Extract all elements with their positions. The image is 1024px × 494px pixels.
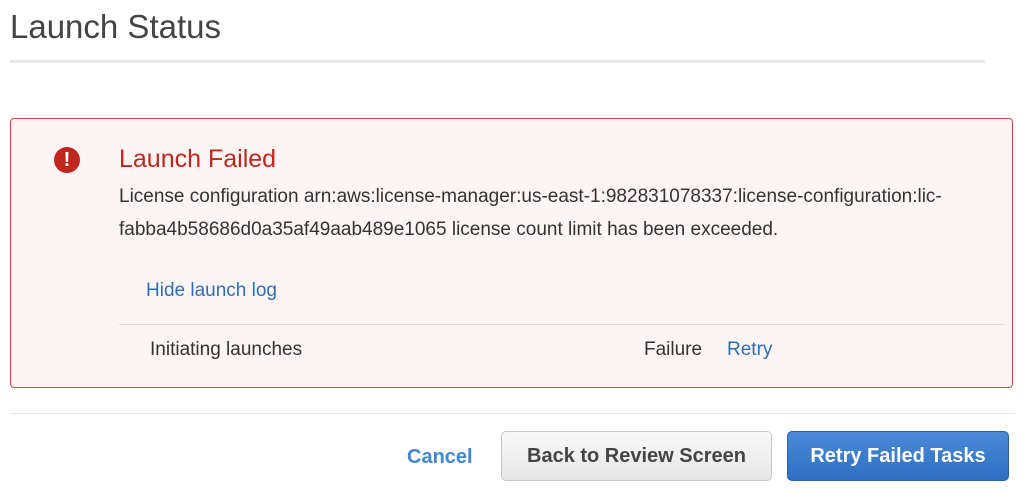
back-to-review-button[interactable]: Back to Review Screen (501, 431, 772, 481)
log-step: Initiating launches (150, 339, 303, 360)
cancel-button[interactable]: Cancel (407, 446, 473, 469)
page-title: Launch Status (10, 8, 221, 45)
alert-message: License configuration arn:aws:license-ma… (119, 186, 942, 240)
retry-failed-tasks-button[interactable]: Retry Failed Tasks (787, 431, 1009, 481)
retry-link[interactable]: Retry (727, 339, 772, 361)
divider (10, 60, 985, 63)
hide-launch-log-link[interactable]: Hide launch log (146, 280, 277, 302)
divider (10, 413, 1015, 414)
divider (119, 324, 1005, 325)
log-status: Failure (644, 339, 703, 360)
exclamation-circle-icon: ! (54, 147, 80, 173)
alert-title: Launch Failed (119, 145, 277, 173)
